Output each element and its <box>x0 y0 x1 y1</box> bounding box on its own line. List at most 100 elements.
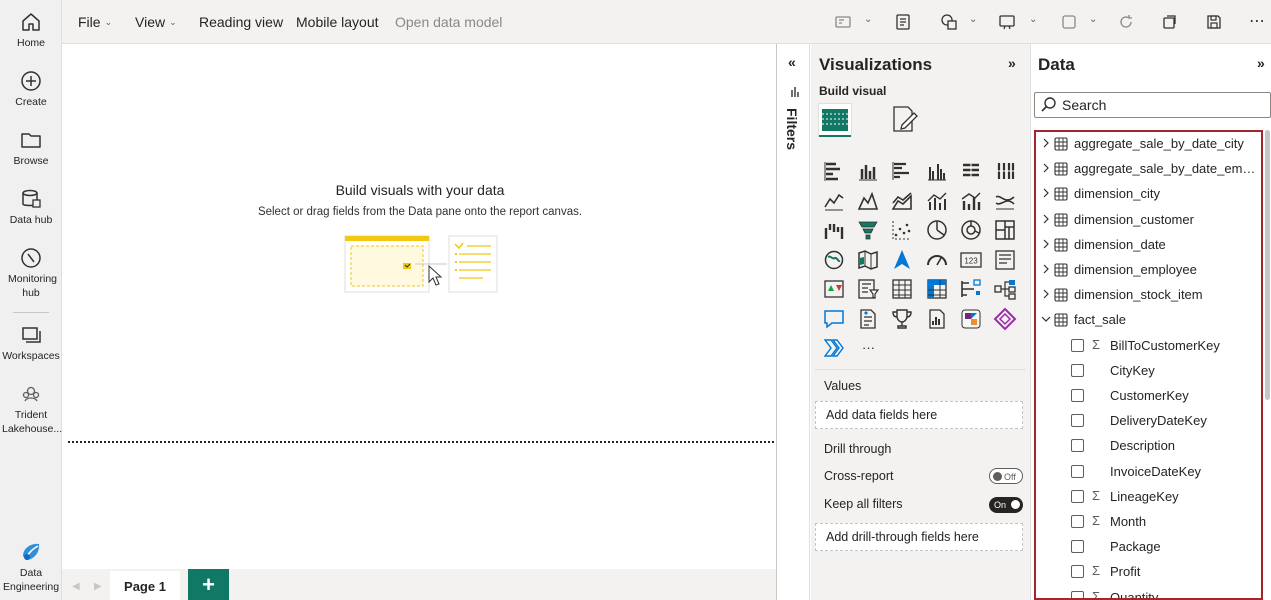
matrix-icon[interactable] <box>925 277 949 301</box>
next-page-icon[interactable]: ▶ <box>94 581 102 592</box>
python-visual-icon[interactable] <box>822 336 846 360</box>
field-checkbox[interactable] <box>1071 363 1084 377</box>
collapse-visualizations-icon[interactable]: » <box>1008 55 1016 71</box>
table-row[interactable]: dimension_customer <box>1036 210 1261 232</box>
field-row[interactable]: Σ Profit <box>1036 562 1261 584</box>
treemap-icon[interactable] <box>993 218 1017 242</box>
field-checkbox[interactable] <box>1071 389 1084 402</box>
line-chart-icon[interactable] <box>822 189 846 213</box>
funnel-chart-icon[interactable] <box>856 218 880 242</box>
chevron-down-icon[interactable] <box>1041 313 1051 325</box>
build-visual-tab[interactable] <box>818 103 852 137</box>
field-row[interactable]: CityKey <box>1036 361 1261 383</box>
slicer-icon[interactable] <box>856 277 880 301</box>
power-automate-icon[interactable] <box>993 307 1017 331</box>
chevron-right-icon[interactable] <box>1041 162 1051 174</box>
table-row[interactable]: dimension_employee <box>1036 260 1261 282</box>
paginated-report-icon[interactable] <box>925 307 949 331</box>
table-row[interactable]: dimension_stock_item <box>1036 285 1261 307</box>
area-chart-icon[interactable] <box>856 189 880 213</box>
shapes-icon[interactable] <box>939 12 959 32</box>
field-row[interactable]: Σ LineageKey <box>1036 487 1261 509</box>
chevron-right-icon[interactable] <box>1041 213 1051 225</box>
page-tab-1[interactable]: Page 1 <box>110 571 180 600</box>
chevron-right-icon[interactable] <box>1041 288 1051 300</box>
chevron-right-icon[interactable] <box>1041 137 1051 149</box>
field-checkbox[interactable] <box>1071 565 1084 579</box>
stacked-area-chart-icon[interactable] <box>890 189 914 213</box>
chevron-right-icon[interactable] <box>1041 263 1051 275</box>
chevron-down-icon[interactable]: ⌄ <box>864 14 872 25</box>
add-page-button[interactable]: + <box>188 569 229 600</box>
cross-report-toggle[interactable]: Off <box>989 468 1023 484</box>
table-row[interactable]: dimension_date <box>1036 235 1261 257</box>
field-row[interactable]: Σ Quantity <box>1036 588 1261 598</box>
report-canvas[interactable] <box>62 44 776 569</box>
100-stacked-column-chart-icon[interactable] <box>993 159 1017 183</box>
field-row[interactable]: Σ Month <box>1036 512 1261 534</box>
power-apps-icon[interactable] <box>959 307 983 331</box>
field-checkbox[interactable] <box>1071 439 1084 453</box>
format-visual-tab[interactable] <box>888 103 922 137</box>
filters-label[interactable]: Filters <box>784 108 800 150</box>
rail-item-home[interactable]: Home <box>0 10 62 50</box>
gauge-icon[interactable] <box>925 248 949 272</box>
field-checkbox[interactable] <box>1071 464 1084 478</box>
waterfall-chart-icon[interactable] <box>822 218 846 242</box>
line-stacked-column-chart-icon[interactable] <box>959 189 983 213</box>
rail-item-workspaces[interactable]: Workspaces <box>0 323 62 363</box>
field-row[interactable]: Package <box>1036 537 1261 559</box>
prev-page-icon[interactable]: ◀ <box>72 581 80 592</box>
field-checkbox[interactable] <box>1071 489 1084 503</box>
clustered-bar-chart-icon[interactable] <box>890 159 914 183</box>
stacked-bar-chart-icon[interactable] <box>822 159 846 183</box>
rail-item-data-hub[interactable]: Data hub <box>0 187 62 227</box>
kpi-icon[interactable] <box>822 277 846 301</box>
smart-narrative-icon[interactable] <box>856 307 880 331</box>
rail-item-lakehouse[interactable]: Trident Lakehouse... <box>0 382 62 436</box>
key-influencers-icon[interactable] <box>959 277 983 301</box>
field-row[interactable]: InvoiceDateKey <box>1036 462 1261 484</box>
clustered-column-chart-icon[interactable] <box>925 159 949 183</box>
chevron-right-icon[interactable] <box>1041 238 1051 250</box>
menu-reading-view[interactable]: Reading view <box>199 14 283 30</box>
donut-chart-icon[interactable] <box>959 218 983 242</box>
trophy-icon[interactable] <box>890 307 914 331</box>
field-row[interactable]: Σ BillToCustomerKey <box>1036 336 1261 358</box>
field-checkbox[interactable] <box>1071 590 1084 598</box>
card-icon[interactable]: 123 <box>959 248 983 272</box>
scatter-chart-icon[interactable] <box>890 218 914 242</box>
menu-mobile-layout[interactable]: Mobile layout <box>296 14 379 30</box>
field-checkbox[interactable] <box>1071 338 1084 352</box>
collapse-data-icon[interactable]: » <box>1257 55 1265 71</box>
rail-item-browse[interactable]: Browse <box>0 128 62 168</box>
map-icon[interactable] <box>822 248 846 272</box>
rail-item-monitoring-hub[interactable]: Monitoring hub <box>0 246 62 300</box>
notes-icon[interactable] <box>893 12 913 32</box>
pie-chart-icon[interactable] <box>925 218 949 242</box>
fields-scrollbar[interactable] <box>1265 130 1270 400</box>
table-row[interactable]: aggregate_sale_by_date_city <box>1036 134 1261 156</box>
rail-item-data-engineering[interactable]: Data Engineering <box>0 540 62 594</box>
table-row[interactable]: dimension_city <box>1036 184 1261 206</box>
data-search-input[interactable] <box>1062 95 1262 115</box>
values-drop-zone[interactable]: Add data fields here <box>815 401 1023 429</box>
ribbon-chart-icon[interactable] <box>993 189 1017 213</box>
field-row[interactable]: Description <box>1036 436 1261 458</box>
more-options-icon[interactable]: ⋯ <box>1249 11 1269 31</box>
keep-all-filters-toggle[interactable]: On <box>989 497 1023 513</box>
visual-format-icon[interactable] <box>1059 12 1079 32</box>
rail-item-create[interactable]: Create <box>0 69 62 109</box>
multi-row-card-icon[interactable] <box>993 248 1017 272</box>
field-row[interactable]: CustomerKey <box>1036 386 1261 408</box>
chevron-down-icon[interactable]: ⌄ <box>1029 14 1037 25</box>
field-checkbox[interactable] <box>1071 540 1084 554</box>
chevron-right-icon[interactable] <box>1041 187 1051 199</box>
text-box-icon[interactable] <box>833 12 853 32</box>
100-stacked-bar-chart-icon[interactable] <box>959 159 983 183</box>
more-visuals-icon[interactable]: ··· <box>862 340 875 355</box>
menu-file[interactable]: File ⌄ <box>78 14 112 30</box>
table-icon[interactable] <box>890 277 914 301</box>
expand-filters-icon[interactable]: « <box>788 54 796 70</box>
chevron-down-icon[interactable]: ⌄ <box>1089 14 1097 25</box>
